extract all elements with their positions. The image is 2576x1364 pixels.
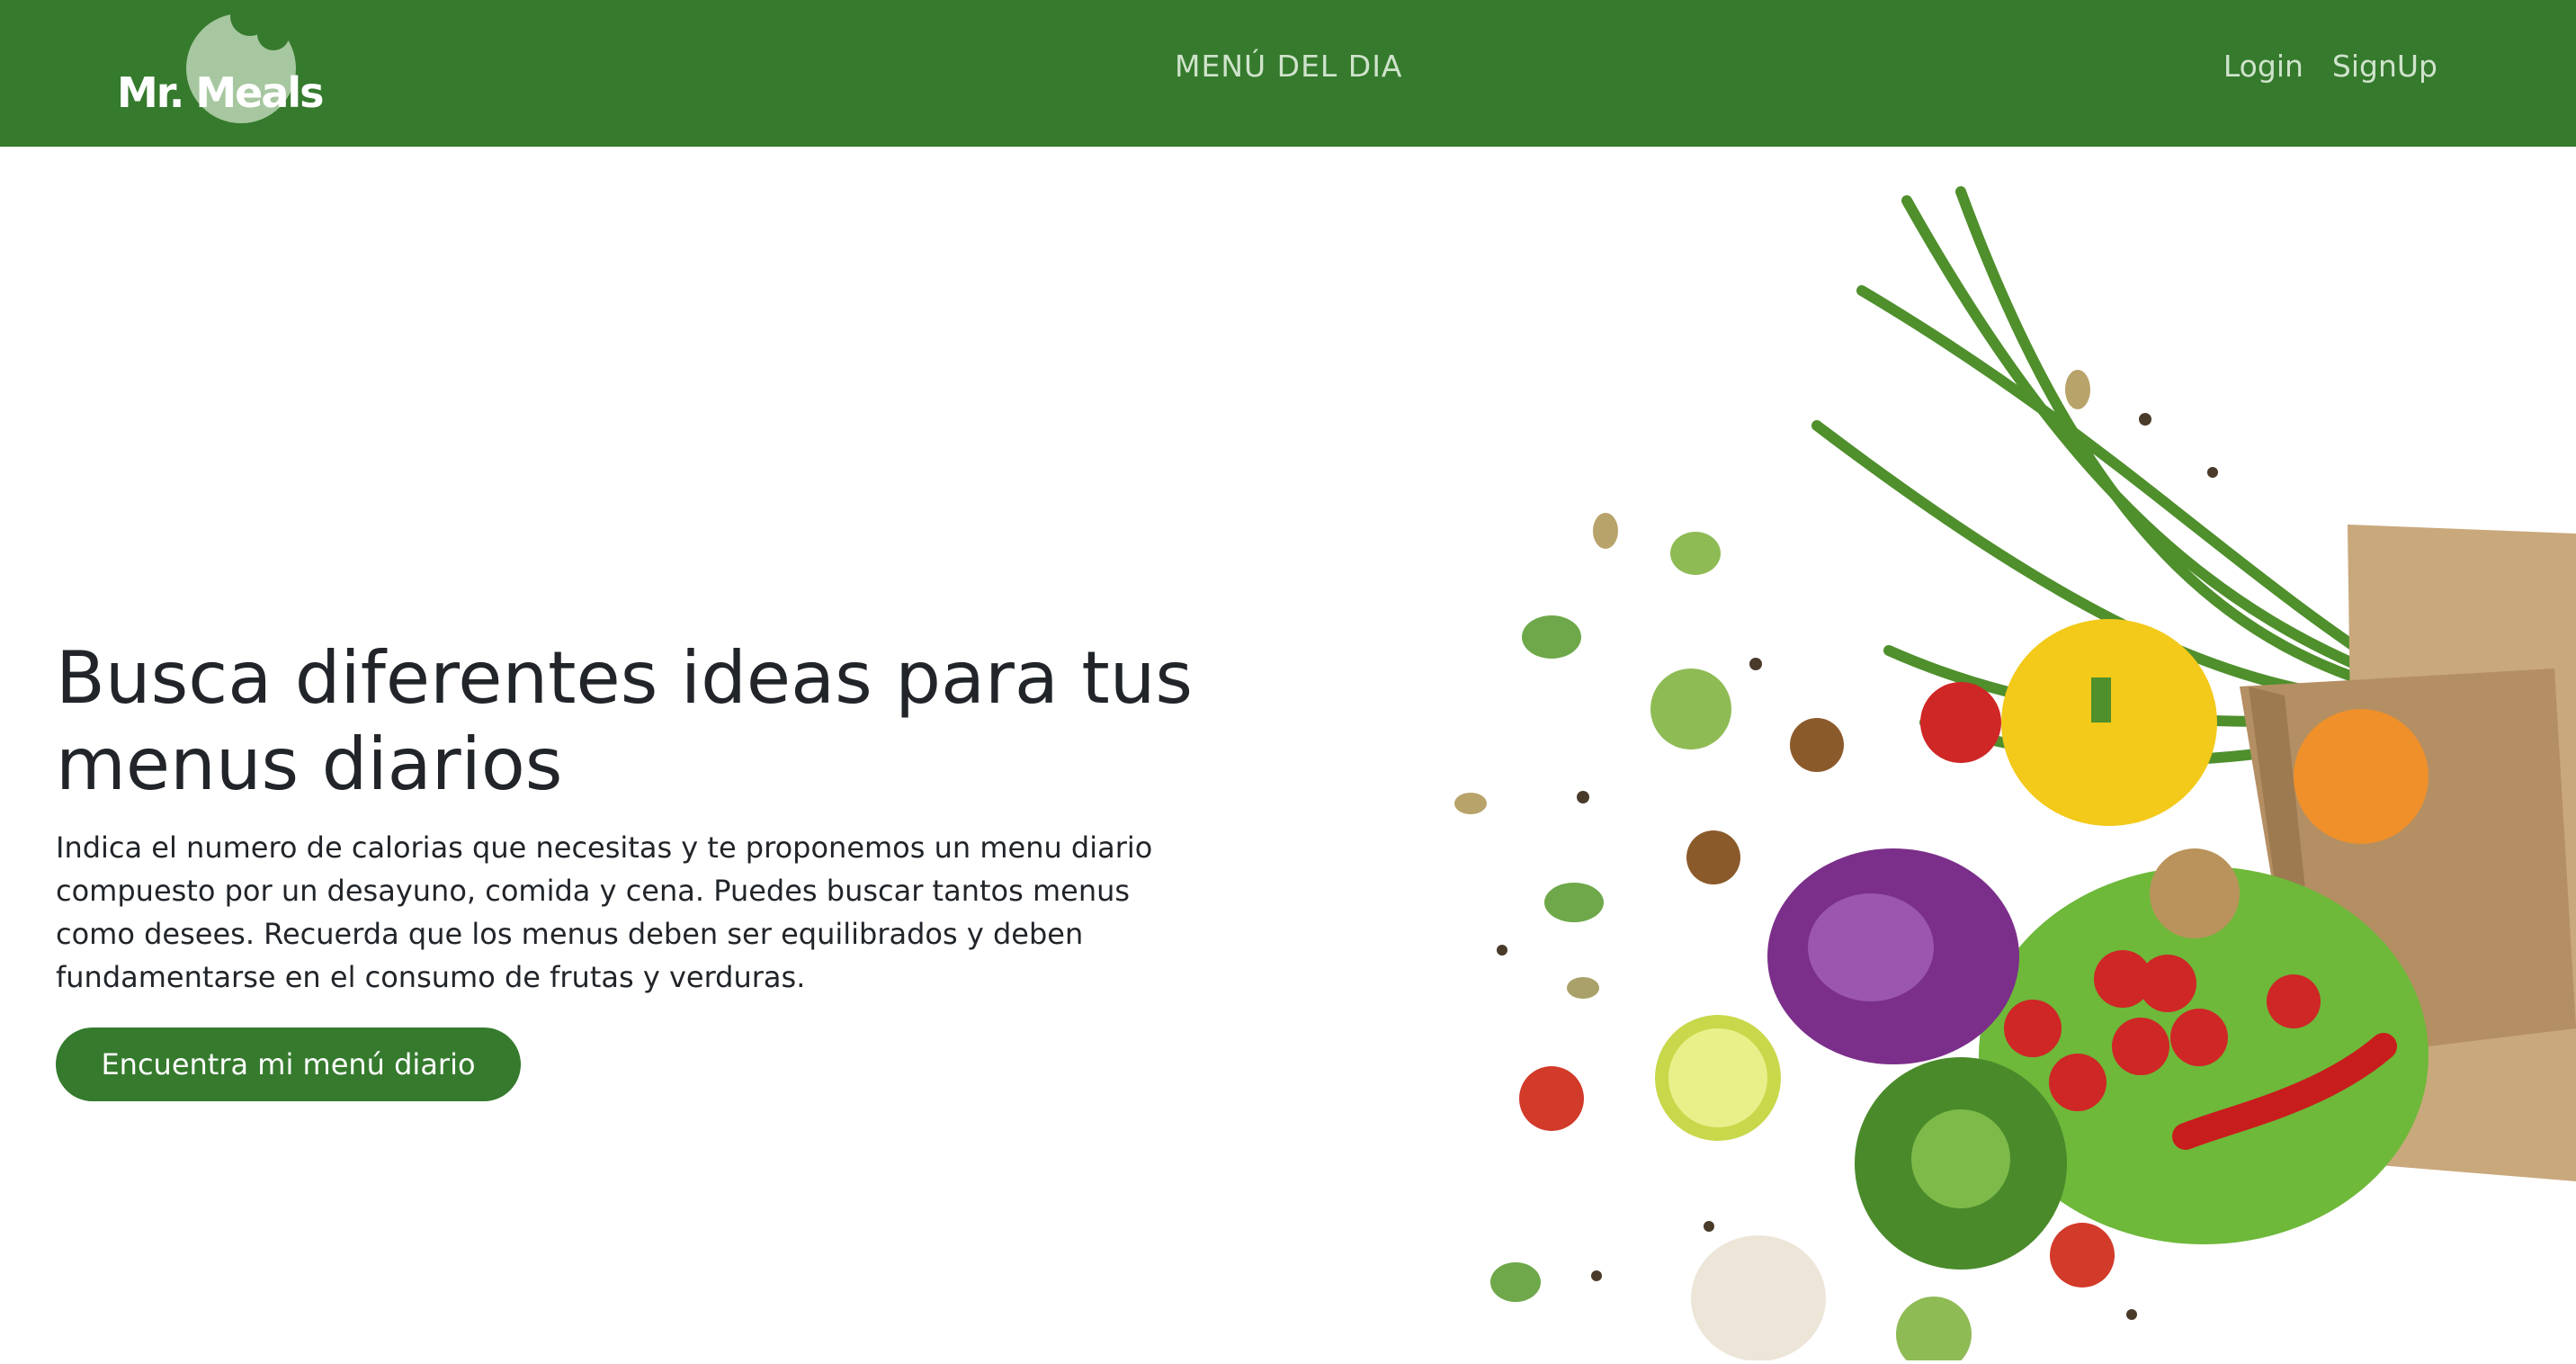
hero-vegetables-image — [1421, 147, 2576, 1364]
signup-link[interactable]: SignUp — [2332, 49, 2437, 84]
top-navbar: Mr. Meals MENÚ DEL DIA Login SignUp — [0, 0, 2576, 147]
find-menu-button[interactable]: Encuentra mi menú diario — [56, 1027, 521, 1101]
hero-description: Indica el numero de calorias que necesit… — [56, 830, 1153, 994]
brand-logo[interactable]: Mr. Meals — [117, 11, 342, 128]
hero-title: Busca diferentes ideas para tus menus di… — [56, 636, 1194, 806]
nav-link-menu-del-dia[interactable]: MENÚ DEL DIA — [1175, 49, 1403, 84]
login-link[interactable]: Login — [2223, 49, 2303, 84]
auth-links: Login SignUp — [2223, 49, 2437, 84]
brand-name: Mr. Meals — [117, 68, 325, 117]
